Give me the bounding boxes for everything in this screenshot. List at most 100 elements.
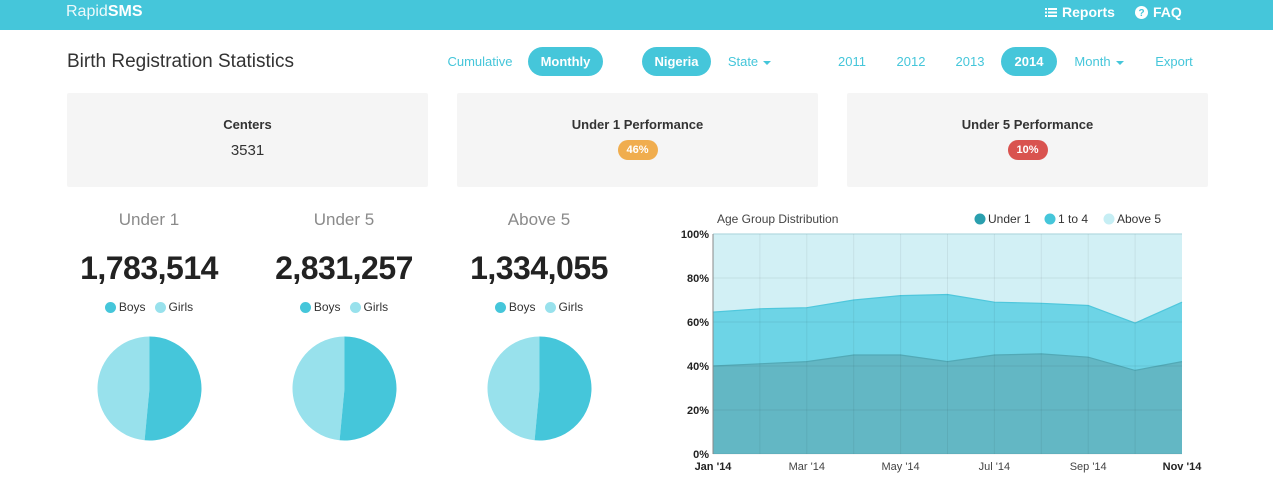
- x-tick-label: Jan '14: [695, 461, 733, 473]
- under1-performance-card: Under 1 Performance 46%: [457, 93, 818, 187]
- chart-x-axis: Jan '14 Mar '14 May '14 Jul '14 Sep '14 Nov '…: [695, 461, 1203, 473]
- export-link[interactable]: Export: [1149, 47, 1199, 76]
- age-group-title: Above 5: [507, 210, 571, 229]
- legend-boys[interactable]: Boys: [299, 300, 341, 314]
- y-tick-label: 80%: [687, 273, 709, 285]
- y-tick-label: 40%: [687, 361, 709, 373]
- caret-down-icon: [1115, 60, 1124, 65]
- year-2014[interactable]: 2014: [1001, 47, 1057, 76]
- chart-legend: Under 1 1 to 4 Above 5: [974, 212, 1162, 226]
- pie-slice-girls[interactable]: [487, 336, 540, 441]
- boys-dot-icon: [494, 301, 506, 313]
- pie-slice-boys[interactable]: [144, 336, 202, 441]
- under1-performance-badge: 46%: [617, 140, 658, 160]
- navbar: RapidSMS Reports ? FAQ: [0, 0, 1273, 30]
- brand-bold: SMS: [107, 3, 143, 20]
- age-group-value: 1,783,514: [80, 250, 218, 286]
- legend-girls-label: Girls: [363, 300, 389, 314]
- gender-pie-above5: [487, 336, 592, 441]
- legend-dot-icon: [974, 213, 986, 225]
- under5-performance-label: Under 5 Performance: [961, 117, 1094, 132]
- age-group-under5: Under 5 2,831,257 Boys Girls: [261, 210, 427, 314]
- brand-light: Rapid: [66, 3, 108, 20]
- state-dropdown[interactable]: State: [722, 47, 777, 76]
- legend-boys-label: Boys: [313, 300, 341, 314]
- legend-label: Under 1: [988, 212, 1031, 226]
- legend-dot-icon: [1044, 213, 1056, 225]
- pie-slice-girls[interactable]: [292, 336, 345, 441]
- x-tick-label: Jul '14: [979, 461, 1010, 473]
- y-tick-label: 0%: [693, 449, 709, 461]
- pie-slice-boys[interactable]: [534, 336, 592, 441]
- centers-value: 3531: [230, 142, 265, 159]
- filter-monthly[interactable]: Monthly: [528, 47, 603, 76]
- x-tick-label: Nov '14: [1163, 461, 1203, 473]
- pie-slice-girls[interactable]: [97, 336, 150, 441]
- under5-performance-badge: 10%: [1007, 140, 1048, 160]
- caret-down-icon: [763, 60, 772, 65]
- under1-performance-label: Under 1 Performance: [571, 117, 704, 132]
- age-group-distribution-chart: Age Group Distribution Under 1 1 to 4 Abov…: [681, 212, 1203, 473]
- reports-link[interactable]: Reports: [1045, 4, 1115, 20]
- girls-dot-icon: [154, 301, 166, 313]
- year-2011[interactable]: 2011: [832, 47, 872, 76]
- faq-label: FAQ: [1153, 4, 1182, 20]
- chart-title: Age Group Distribution: [717, 212, 838, 226]
- legend-boys-label: Boys: [508, 300, 536, 314]
- x-tick-label: Sep '14: [1070, 461, 1107, 473]
- legend-item-above-5[interactable]: Above 5: [1103, 212, 1162, 226]
- y-tick-label: 100%: [681, 229, 709, 241]
- boys-dot-icon: [299, 301, 311, 313]
- legend-boys[interactable]: Boys: [494, 300, 536, 314]
- pie-legend: Boys Girls: [261, 300, 427, 314]
- brand-logo[interactable]: RapidSMS: [66, 3, 142, 21]
- y-tick-label: 60%: [687, 317, 709, 329]
- pie-legend: Boys Girls: [66, 300, 232, 314]
- age-group-under1: Under 1 1,783,514 Boys Girls: [66, 210, 232, 314]
- legend-girls[interactable]: Girls: [154, 300, 194, 314]
- age-group-title: Under 1: [118, 210, 180, 229]
- boys-dot-icon: [104, 301, 116, 313]
- legend-label: 1 to 4: [1058, 212, 1088, 226]
- chart-plot: [712, 233, 1183, 455]
- legend-girls-label: Girls: [168, 300, 194, 314]
- faq-link[interactable]: ? FAQ: [1135, 4, 1182, 20]
- legend-item-under-1[interactable]: Under 1: [974, 212, 1032, 226]
- girls-dot-icon: [349, 301, 361, 313]
- legend-girls-label: Girls: [558, 300, 584, 314]
- gender-pie-under5: [292, 336, 397, 441]
- month-label: Month: [1074, 54, 1111, 69]
- year-2012[interactable]: 2012: [891, 47, 931, 76]
- state-label: State: [727, 54, 759, 69]
- question-circle-icon: ?: [1135, 5, 1148, 19]
- x-tick-label: May '14: [882, 461, 920, 473]
- centers-label: Centers: [223, 117, 272, 132]
- girls-dot-icon: [544, 301, 556, 313]
- filter-nigeria[interactable]: Nigeria: [642, 47, 711, 76]
- legend-dot-icon: [1103, 213, 1115, 225]
- legend-girls[interactable]: Girls: [349, 300, 389, 314]
- gender-pie-under1: [97, 336, 202, 441]
- age-group-title: Under 5: [313, 210, 375, 229]
- centers-card: Centers 3531: [67, 93, 428, 187]
- legend-girls[interactable]: Girls: [544, 300, 584, 314]
- legend-boys-label: Boys: [118, 300, 146, 314]
- x-tick-label: Mar '14: [789, 461, 825, 473]
- legend-item-1-to-4[interactable]: 1 to 4: [1044, 212, 1089, 226]
- year-2013[interactable]: 2013: [950, 47, 990, 76]
- legend-boys[interactable]: Boys: [104, 300, 146, 314]
- svg-text:?: ?: [1138, 8, 1144, 19]
- page-title: Birth Registration Statistics: [67, 51, 295, 72]
- age-group-above5: Above 5 1,334,055 Boys Girls: [456, 210, 622, 314]
- month-dropdown[interactable]: Month: [1068, 47, 1130, 76]
- reports-label: Reports: [1062, 4, 1115, 20]
- chart-y-axis: 0% 20% 40% 60% 80% 100%: [681, 229, 714, 461]
- filter-cumulative[interactable]: Cumulative: [441, 47, 519, 76]
- list-icon: [1045, 7, 1057, 18]
- age-group-value: 1,334,055: [470, 250, 608, 286]
- under5-performance-card: Under 5 Performance 10%: [847, 93, 1208, 187]
- age-group-value: 2,831,257: [275, 250, 413, 286]
- legend-label: Above 5: [1117, 212, 1161, 226]
- pie-slice-boys[interactable]: [339, 336, 397, 441]
- y-tick-label: 20%: [687, 405, 709, 417]
